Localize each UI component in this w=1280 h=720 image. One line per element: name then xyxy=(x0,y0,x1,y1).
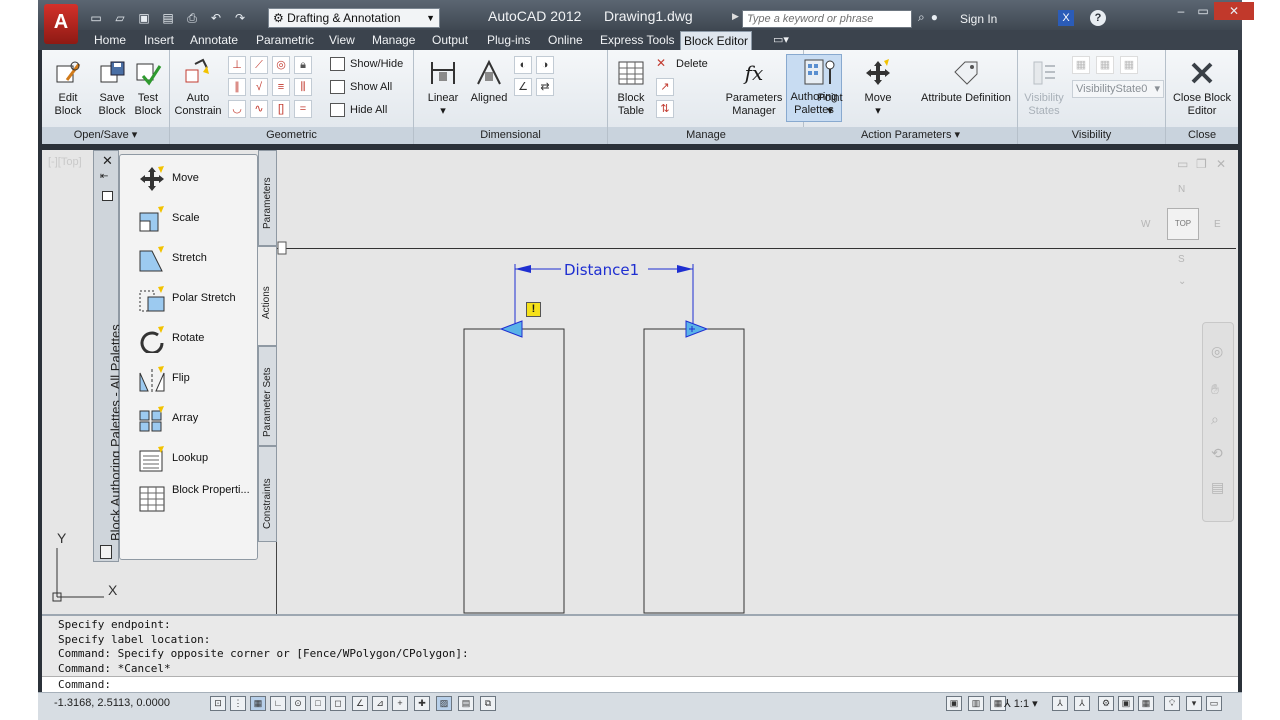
tab-parameters[interactable]: Parameters xyxy=(258,150,277,246)
tab-constraints-label: Constraints xyxy=(262,478,273,529)
palette-properties-icon[interactable] xyxy=(100,545,112,559)
zoom-icon[interactable]: ⌕ xyxy=(1211,411,1219,428)
tab-constraints[interactable]: Constraints xyxy=(258,446,277,542)
scale-action-icon xyxy=(139,206,164,232)
3d-object-snap-icon[interactable]: ◻ xyxy=(330,696,346,711)
command-history-line: Command: Specify opposite corner or [Fen… xyxy=(58,647,469,660)
grid-display-icon[interactable]: ▦ xyxy=(250,696,266,711)
navigation-bar[interactable]: ◎ ✋︎ ⌕ ⟲ ▤ xyxy=(1202,322,1234,522)
lookup-action-icon xyxy=(139,446,164,472)
auto-scale-icon[interactable]: ⅄ xyxy=(1074,696,1090,711)
lock-ui-icon[interactable]: ▣ xyxy=(1118,696,1134,711)
infer-constraints-icon[interactable]: ⊡ xyxy=(210,696,226,711)
command-history-line: Command: *Cancel* xyxy=(58,661,171,675)
palette-item-scale[interactable]: Scale xyxy=(136,203,256,235)
object-snap-icon[interactable]: □ xyxy=(310,696,326,711)
tab-parameter-sets[interactable]: Parameter Sets xyxy=(258,346,277,446)
showmotion-icon[interactable]: ▤ xyxy=(1211,479,1224,496)
viewport-minimize-icon[interactable]: ▭ xyxy=(1177,157,1188,171)
palette-item-label: Polar Stretch xyxy=(172,292,236,304)
command-history: Specify endpoint: Specify label location… xyxy=(42,614,1238,676)
command-history-line: Specify endpoint: xyxy=(58,618,171,631)
palette-item-label: Block Properti... xyxy=(172,484,250,496)
palette-item-stretch[interactable]: Stretch xyxy=(136,243,256,275)
palette-item-label: Array xyxy=(172,412,199,424)
palette-item-label: Stretch xyxy=(172,252,207,264)
polar-stretch-action-icon xyxy=(139,286,165,312)
hardware-acceleration-icon[interactable]: ▦ xyxy=(1138,696,1154,711)
rotate-action-icon xyxy=(140,326,164,353)
view-cube[interactable]: TOP xyxy=(1167,208,1199,240)
tab-parameter-sets-label: Parameter Sets xyxy=(262,367,273,437)
transparency-icon[interactable]: ▨ xyxy=(436,696,452,711)
quick-view-layouts-icon[interactable]: ▥ xyxy=(968,696,984,711)
dynamic-input-icon[interactable]: + xyxy=(392,696,408,711)
palette-item-array[interactable]: Array xyxy=(136,403,256,435)
tab-actions[interactable]: Actions xyxy=(258,246,277,346)
dynamic-ucs-icon[interactable]: ⊿ xyxy=(372,696,388,711)
snap-mode-icon[interactable]: ⋮ xyxy=(230,696,246,711)
palette-item-block-properties[interactable]: Block Properti... xyxy=(136,483,256,519)
viewport-close-icon[interactable]: ✕ xyxy=(1216,157,1226,171)
palette-item-label: Move xyxy=(172,172,199,184)
palette-item-label: Scale xyxy=(172,212,200,224)
palette-tabs: Parameters Actions Parameter Sets Constr… xyxy=(258,150,277,562)
isolate-objects-icon[interactable]: 💡︎ xyxy=(1164,696,1180,711)
model-space-icon[interactable]: ▣ xyxy=(946,696,962,711)
annotation-visibility-icon[interactable]: ⅄ xyxy=(1052,696,1068,711)
palette-item-label: Rotate xyxy=(172,332,205,344)
autohide-icon[interactable]: ⇤ xyxy=(100,171,108,182)
flip-action-icon xyxy=(139,366,165,392)
palette-item-flip[interactable]: Flip xyxy=(136,363,256,395)
steering-wheel-icon[interactable]: ◎ xyxy=(1211,343,1223,360)
array-action-icon xyxy=(139,406,164,432)
palette-item-label: Lookup xyxy=(172,452,209,464)
palette-body: Move Scale Stretch Polar Stretch Rotate … xyxy=(119,154,258,560)
move-action-icon xyxy=(140,166,164,191)
selection-cycling-icon[interactable]: ⧉ xyxy=(480,696,496,711)
palette-item-polar-stretch[interactable]: Polar Stretch xyxy=(136,283,256,315)
close-icon[interactable]: ✕ xyxy=(102,153,113,169)
quick-properties-icon[interactable]: ▤ xyxy=(458,696,474,711)
block-properties-table-icon xyxy=(139,486,165,512)
compass-west-icon: W xyxy=(1141,219,1151,230)
palette-item-lookup[interactable]: Lookup xyxy=(136,443,256,475)
viewport-restore-icon[interactable]: ❐ xyxy=(1196,157,1207,171)
palette-item-move[interactable]: Move xyxy=(136,163,256,195)
compass-east-icon: E xyxy=(1214,219,1221,230)
command-input[interactable]: Command: xyxy=(42,676,1238,692)
stretch-action-icon xyxy=(139,246,164,272)
tab-actions-label: Actions xyxy=(261,286,272,319)
lineweight-icon[interactable]: ✚ xyxy=(414,696,430,711)
ortho-mode-icon[interactable]: ∟ xyxy=(270,696,286,711)
command-prompt: Command: xyxy=(58,678,111,691)
annotation-scale-select[interactable]: ⅄ 1:1 ▾ xyxy=(1004,697,1038,710)
ucs-y-label: Y xyxy=(57,530,67,546)
palette-item-rotate[interactable]: Rotate xyxy=(136,323,256,355)
command-history-line: Specify label location: xyxy=(58,632,211,646)
warning-marker[interactable]: ! xyxy=(526,302,541,317)
compass-south-icon: S xyxy=(1178,254,1185,265)
annotation-scale-value: 1:1 xyxy=(1013,698,1030,710)
palette-menu-icon[interactable] xyxy=(102,191,113,201)
polar-tracking-icon[interactable]: ⊙ xyxy=(290,696,306,711)
application-menu-button[interactable]: A xyxy=(44,4,78,44)
palette-title-strip[interactable]: ✕ ⇤ Block Authoring Palettes - All Palet… xyxy=(93,150,123,562)
tab-parameters-label: Parameters xyxy=(262,177,273,229)
dimension-label[interactable]: Distance1 xyxy=(564,261,639,279)
wcs-menu-icon[interactable]: ⌄ xyxy=(1178,276,1186,287)
workspace-switching-icon[interactable]: ⚙ xyxy=(1098,696,1114,711)
ucs-x-label: X xyxy=(108,582,118,598)
cursor-coordinates[interactable]: -1.3168, 2.5113, 0.0000 xyxy=(54,697,170,709)
orbit-icon[interactable]: ⟲ xyxy=(1211,445,1223,462)
compass-north-icon: N xyxy=(1178,184,1186,195)
clean-screen-icon[interactable]: ▭ xyxy=(1206,696,1222,711)
status-bar-menu-icon[interactable]: ▾ xyxy=(1186,696,1202,711)
annotation-scale-icon: ⅄ xyxy=(1004,698,1011,710)
object-snap-tracking-icon[interactable]: ∠ xyxy=(352,696,368,711)
pan-hand-icon[interactable]: ✋︎ xyxy=(1211,381,1219,398)
palette-item-label: Flip xyxy=(172,372,190,384)
block-authoring-palette[interactable]: ✕ ⇤ Block Authoring Palettes - All Palet… xyxy=(93,150,277,562)
